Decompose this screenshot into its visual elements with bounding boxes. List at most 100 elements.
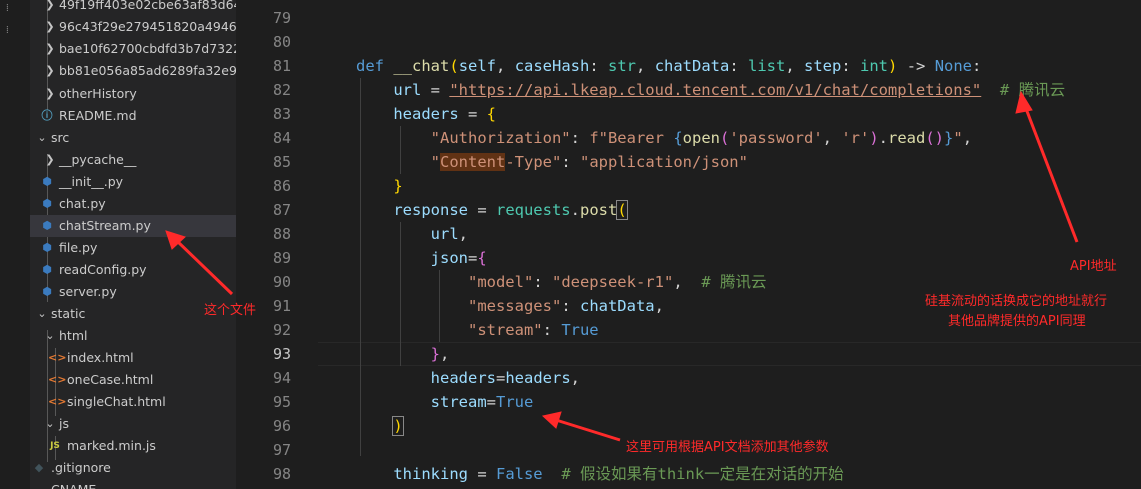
chevron-right-icon: ❯ — [45, 0, 55, 11]
line-number: 87 — [272, 201, 291, 219]
code-url-string[interactable]: "https://api.lkeap.cloud.tencent.com/v1/… — [449, 81, 981, 99]
code-line-85: "Content-Type": "application/json" — [430, 153, 748, 171]
tree-item-label: __pycache__ — [59, 152, 137, 167]
chevron-right-icon: ❯ — [45, 153, 55, 166]
annotation-api-address: API地址 — [1070, 259, 1117, 274]
code-variable: headers — [505, 369, 571, 387]
code-string: "Authorization" — [430, 129, 571, 147]
line-number: 92 — [272, 321, 291, 339]
tree-item-label: __init__.py — [59, 174, 124, 189]
code-keyword: True — [561, 321, 599, 339]
tree-file-index-html[interactable]: <> index.html — [30, 347, 236, 369]
tree-item-label: readConfig.py — [59, 262, 147, 277]
tree-item-label: 49f19ff403e02cbe63af83d64... — [59, 0, 236, 12]
tree-item-label: marked.min.js — [67, 438, 156, 453]
tree-folder-hash-3[interactable]: ❯ bae10f62700cbdfd3b7d7322... — [30, 38, 236, 60]
code-line-98: thinking = False # 假设如果有think一定是在对话的开始 — [393, 465, 844, 483]
chevron-right-icon: ❯ — [45, 87, 55, 100]
activity-bar: ⁞ ⁞ — [0, 0, 30, 489]
tree-file-marked-js[interactable]: JS marked.min.js — [30, 435, 236, 457]
tree-file-file-py[interactable]: ⬢ file.py — [30, 237, 236, 259]
code-string: "messages" — [467, 297, 562, 315]
tree-folder-html[interactable]: ⌄ html — [30, 325, 236, 347]
chevron-down-icon: ⌄ — [45, 417, 55, 430]
tree-item-label: bb81e056a85ad6289fa32e9b... — [59, 63, 236, 78]
tree-item-label: otherHistory — [59, 86, 137, 101]
code-variable: stream — [430, 393, 487, 411]
tree-folder-js[interactable]: ⌄ js — [30, 413, 236, 435]
code-keyword: def — [356, 57, 384, 75]
code-line-81: def __chat(self, caseHash: str, chatData… — [356, 57, 982, 75]
annotation-params-note: 这里可用根据API文档添加其他参数 — [626, 440, 829, 455]
tree-file-readconfig-py[interactable]: ⬢ readConfig.py — [30, 259, 236, 281]
tree-folder-hash-2[interactable]: ❯ 96c43f29e279451820a49460... — [30, 16, 236, 38]
line-number: 97 — [272, 441, 291, 459]
code-type: str — [608, 57, 637, 75]
tree-item-label: 96c43f29e279451820a49460... — [59, 19, 236, 34]
python-file-icon: ⬢ — [42, 175, 52, 188]
code-variable: response — [393, 201, 468, 219]
tree-item-label: chat.py — [59, 196, 106, 211]
tree-item-label: html — [59, 328, 88, 343]
line-number: 85 — [272, 153, 291, 171]
code-line-86: } — [393, 177, 403, 195]
code-line-94: headers=headers, — [430, 369, 580, 387]
tree-item-label: server.py — [59, 284, 117, 299]
tree-file-cname[interactable]: CNAME — [30, 479, 236, 489]
code-line-88: url, — [430, 225, 468, 243]
code-line-91: "messages": chatData, — [467, 297, 664, 315]
tree-folder-hash-4[interactable]: ❯ bb81e056a85ad6289fa32e9b... — [30, 60, 236, 82]
code-variable: url — [393, 81, 422, 99]
code-variable: headers — [393, 105, 459, 123]
javascript-file-icon: JS — [50, 441, 60, 451]
tree-item-label: static — [51, 306, 86, 321]
line-number: 89 — [272, 249, 291, 267]
tree-file-chatstream-py[interactable]: ⬢ chatStream.py — [30, 215, 236, 237]
chevron-right-icon: ❯ — [45, 64, 55, 77]
tree-file-chat-py[interactable]: ⬢ chat.py — [30, 193, 236, 215]
code-module: requests — [495, 201, 571, 219]
tree-file-init-py[interactable]: ⬢ __init__.py — [30, 171, 236, 193]
code-param: step — [804, 57, 842, 75]
code-string: "stream" — [467, 321, 543, 339]
chevron-down-icon: ⌄ — [45, 329, 55, 342]
code-none: None — [934, 57, 973, 75]
python-file-icon: ⬢ — [42, 197, 52, 210]
code-variable: headers — [430, 369, 496, 387]
tree-file-readme[interactable]: ⓘ README.md — [30, 105, 236, 127]
tree-folder-otherhistory[interactable]: ❯ otherHistory — [30, 83, 236, 105]
chevron-down-icon: ⌄ — [37, 307, 47, 320]
tree-folder-pycache[interactable]: ❯ __pycache__ — [30, 149, 236, 171]
sidebar-scrollbar[interactable] — [236, 0, 246, 489]
code-function-call: open — [682, 129, 720, 147]
code-line-89: json={ — [430, 249, 487, 267]
tree-file-gitignore[interactable]: ◆ .gitignore — [30, 457, 236, 479]
code-line-95: stream=True — [430, 393, 534, 411]
tree-folder-hash-1[interactable]: ❯ 49f19ff403e02cbe63af83d64... — [30, 0, 236, 16]
html-file-icon: <> — [48, 373, 67, 386]
annotation-api-note-1: 硅基流动的话换成它的地址就行 — [925, 294, 1108, 309]
python-file-icon: ⬢ — [42, 285, 52, 298]
line-number: 80 — [272, 33, 291, 51]
code-function-call: post — [579, 201, 618, 219]
code-string: 'r' — [841, 129, 870, 147]
tree-item-label: file.py — [59, 240, 98, 255]
code-variable: chatData — [579, 297, 655, 315]
tree-folder-src[interactable]: ⌄ src — [30, 127, 236, 149]
markdown-file-icon: ⓘ — [41, 109, 53, 122]
code-line-82: url = "https://api.lkeap.cloud.tencent.c… — [393, 81, 1066, 99]
code-string: "application/json" — [580, 153, 748, 171]
code-comment: # 腾讯云 — [701, 273, 767, 291]
tree-item-label: chatStream.py — [59, 218, 151, 233]
line-number: 95 — [272, 393, 291, 411]
code-line-93: }, — [430, 345, 450, 363]
tree-file-onecase-html[interactable]: <> oneCase.html — [30, 369, 236, 391]
line-number: 86 — [272, 177, 291, 195]
python-file-icon: ⬢ — [42, 219, 52, 232]
code-editor[interactable]: 79 80 81 82 83 84 85 86 87 88 89 90 91 9… — [246, 0, 1141, 489]
code-comment: # 假设如果有think一定是在对话的开始 — [561, 465, 844, 483]
line-number: 94 — [272, 369, 291, 387]
tree-item-label: js — [59, 416, 69, 431]
tree-file-singlechat-html[interactable]: <> singleChat.html — [30, 391, 236, 413]
activity-marker: ⁞ — [6, 3, 9, 14]
